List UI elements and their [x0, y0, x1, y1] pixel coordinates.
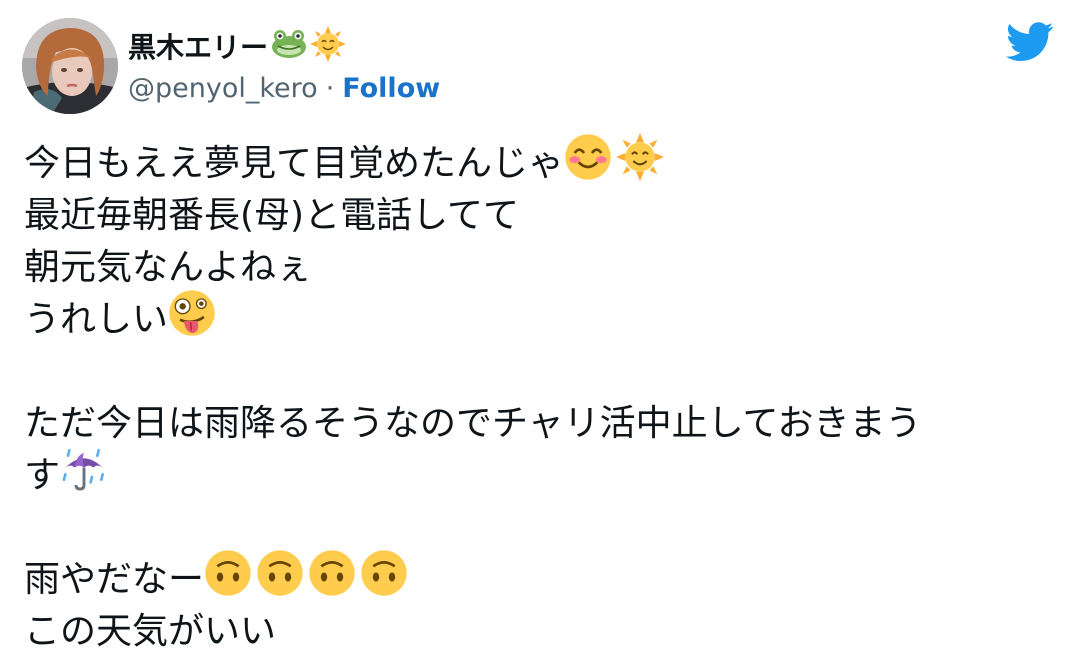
upside-down-face-icon [360, 549, 408, 612]
avatar[interactable] [22, 18, 118, 114]
handle-row: @penyol_kero · Follow [128, 70, 440, 106]
tweet-line-text: ただ今日は雨降るそうなのでチャリ活中止しておきまう [24, 403, 922, 444]
sun-with-face-icon [310, 26, 347, 66]
tweet-line: うれしい [24, 289, 1054, 346]
zany-face-icon [168, 289, 216, 352]
umbrella-with-rain-icon [60, 445, 108, 508]
twitter-bird-icon[interactable] [1006, 22, 1054, 62]
tweet-line: 最近毎朝番長(母)と電話してて [24, 190, 1054, 242]
sun-with-face-icon [616, 132, 665, 196]
paragraph-break [24, 346, 1054, 398]
tweet-line: 朝元気なんよねぇ [24, 242, 1054, 294]
tweet-text: 今日もええ夢見て目覚めたんじゃ 最近毎朝番長(母)と電話してて 朝元気なんよねぇ… [24, 132, 1054, 658]
follow-button[interactable]: Follow [342, 73, 440, 104]
tweet-line-text: 今日もええ夢見て目覚めたんじゃ [24, 143, 565, 184]
tweet-line-text: 朝元気なんよねぇ [24, 247, 313, 288]
tweet-line-text: す [24, 455, 61, 496]
user-handle[interactable]: @penyol_kero [128, 73, 318, 104]
tweet-line: 雨やだなー [24, 549, 1054, 606]
tweet-line: す [24, 448, 1054, 502]
upside-down-face-icon [308, 549, 356, 612]
tweet-line: この天気がいい [24, 606, 1054, 658]
separator-dot: · [325, 72, 335, 104]
display-name-row: 黒木エリー [128, 26, 347, 66]
tweet-line-text: うれしい [24, 299, 169, 340]
tweet-line-text: 最近毎朝番長(母)と電話してて [24, 195, 520, 236]
embedded-tweet: 黒木エリー @penyol_kero · Follow 今日もええ夢見て目覚めた… [0, 0, 1075, 652]
display-name[interactable]: 黒木エリー [128, 26, 268, 66]
tweet-line-text: この天気がいい [24, 611, 277, 652]
paragraph-break [24, 502, 1054, 554]
tweet-line-text: 雨やだなー [24, 559, 205, 600]
tweet-line: ただ今日は雨降るそうなのでチャリ活中止しておきまう [24, 398, 1054, 450]
upside-down-face-icon [256, 549, 304, 612]
upside-down-face-icon [204, 549, 252, 612]
smiling-face-with-smiling-eyes-icon [564, 133, 612, 196]
tweet-line: 今日もええ夢見て目覚めたんじゃ [24, 132, 1054, 190]
frog-face-icon [270, 28, 308, 64]
